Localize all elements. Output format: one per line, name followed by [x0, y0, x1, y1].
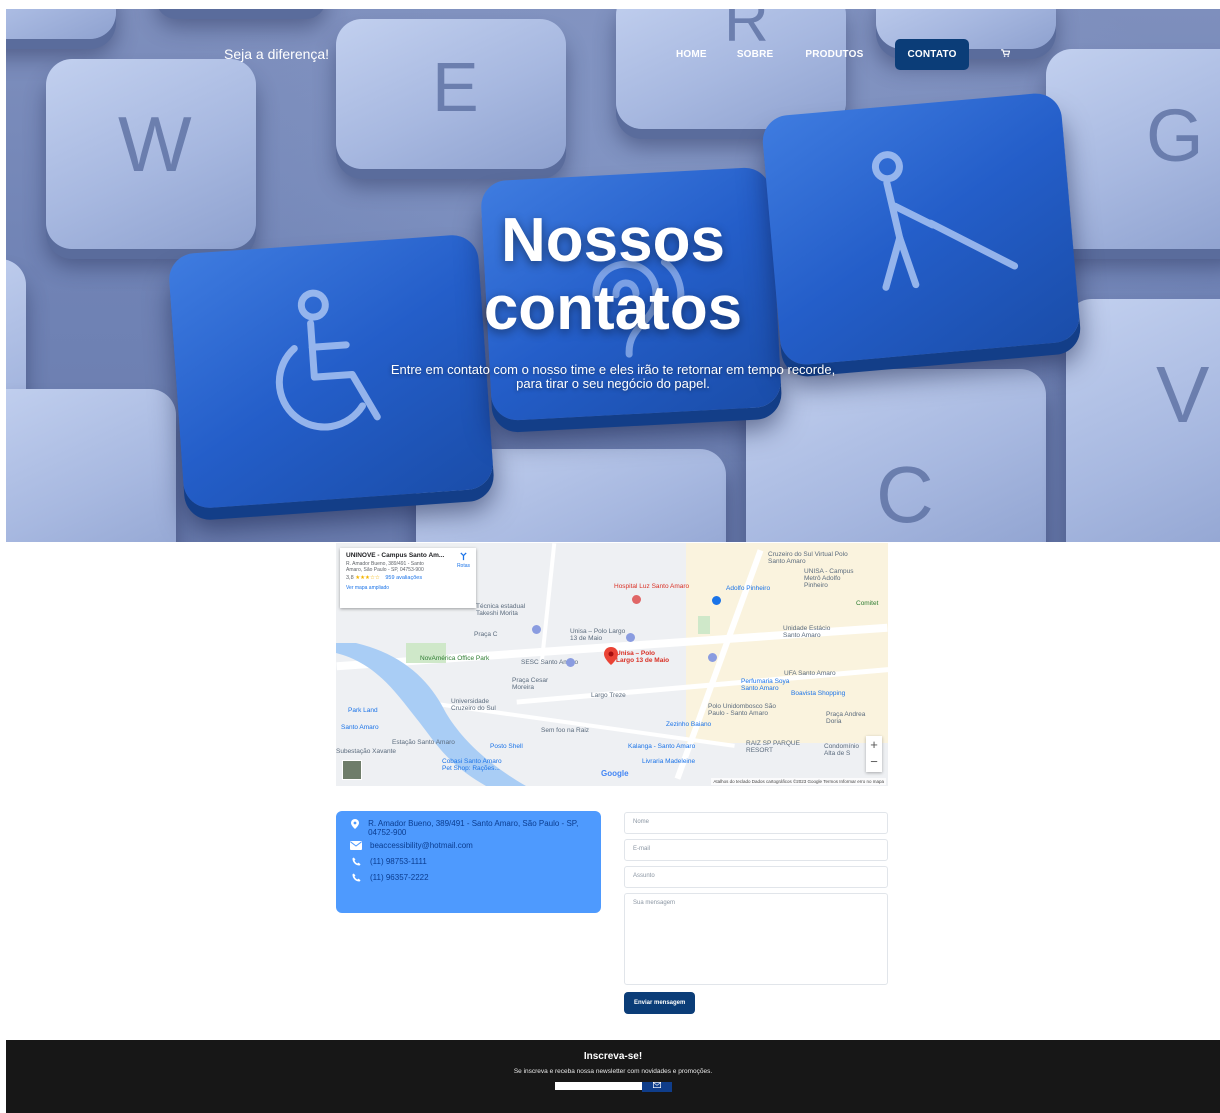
contact-phone-2[interactable]: (11) 96357-2222 [370, 873, 429, 882]
contact-phone-row: (11) 96357-2222 [348, 873, 589, 885]
top-navbar: Seja a diferença! HOME SOBRE PRODUTOS CO… [6, 9, 1220, 70]
main-menu: HOME SOBRE PRODUTOS CONTATO [670, 39, 1010, 70]
newsletter-subtitle: Se inscreva e receba nossa newsletter co… [513, 1068, 713, 1075]
keyboard-key-c: C [746, 369, 1046, 542]
map-label: Park Land [348, 707, 378, 714]
map-label: Boavista Shopping [791, 690, 846, 697]
nav-sobre[interactable]: SOBRE [737, 49, 774, 60]
rating-value: 3,8 [346, 575, 354, 581]
hero-title-line2: contatos [483, 274, 743, 343]
hero-banner: W E R G C V Seja a diferença! HOME SOBRE… [6, 9, 1220, 542]
newsletter-form [6, 1082, 1220, 1092]
map-label: Largo Treze [591, 692, 626, 699]
map-label: Subestação Xavante [336, 748, 396, 755]
map-label: Unisa – Polo Largo 13 de Maio [616, 650, 670, 664]
contact-form: Nome E-mail Assunto Sua mensagem Enviar … [624, 812, 888, 1014]
map-label: Adolfo Pinheiro [726, 585, 771, 592]
map-label: Santo Amaro [341, 724, 379, 731]
google-map[interactable]: Hospital Luz Santo Amaro Adolfo Pinheiro… [336, 543, 888, 786]
map-park [698, 616, 710, 634]
map-label: UNISA - Campus Metrô Adolfo Pinheiro [804, 568, 854, 589]
map-label: Estação Santo Amaro [392, 739, 455, 746]
map-pin[interactable] [566, 658, 575, 667]
hero-subtitle-line1: Entre em contato com o nosso time e eles… [390, 362, 836, 377]
newsletter-submit-button[interactable] [641, 1082, 672, 1092]
map-label: Sem foo na Raiz [541, 727, 590, 734]
place-address: R. Amador Bueno, 389/491 - Santo Amaro, … [346, 561, 424, 573]
map-label: Universidade Cruzeiro do Sul [451, 698, 496, 712]
larger-map-link[interactable]: Ver mapa ampliado [346, 585, 470, 591]
map-marker-icon [348, 819, 362, 832]
contact-email-row: beaccessibility@hotmail.com [348, 841, 589, 853]
contact-info-card: R. Amador Bueno, 389/491 - Santo Amaro, … [336, 811, 601, 913]
send-message-button[interactable]: Enviar mensagem [624, 992, 696, 1014]
contact-phone-1[interactable]: (11) 98753-1111 [370, 857, 427, 866]
contact-phone-row: (11) 98753-1111 [348, 857, 589, 869]
map-label: Kalanga - Santo Amaro [628, 743, 696, 750]
map-label: Polo Unidombosco São Paulo - Santo Amaro [708, 703, 776, 717]
place-name: UNINOVE - Campus Santo Am... [346, 552, 445, 559]
map-label: Zezinho Baiano [666, 721, 712, 728]
zoom-out-button[interactable]: − [866, 753, 882, 770]
map-label: Livraria Madeleine [642, 758, 696, 765]
google-logo: Google [601, 769, 629, 778]
map-pin[interactable] [632, 595, 641, 604]
map-label: NovAmérica Office Park [420, 655, 490, 662]
map-label: UFA Santo Amaro [784, 670, 836, 677]
map-pin[interactable] [532, 625, 541, 634]
map-pin[interactable] [712, 596, 721, 605]
nav-produtos[interactable]: PRODUTOS [805, 49, 863, 60]
contact-address-row: R. Amador Bueno, 389/491 - Santo Amaro, … [348, 819, 589, 837]
directions-icon [460, 552, 467, 561]
hero-title: Nossos contatos [6, 207, 1220, 343]
map-label: Cobasi Santo Amaro Pet Shop: Rações... [442, 758, 502, 772]
reviews-link[interactable]: 959 avaliações [385, 575, 422, 581]
map-label: Praça Andrea Doria [826, 711, 866, 725]
map-label: Comitet [856, 600, 879, 607]
hero-title-line1: Nossos [501, 206, 725, 275]
contact-email[interactable]: beaccessibility@hotmail.com [370, 841, 473, 850]
contact-address: R. Amador Bueno, 389/491 - Santo Amaro, … [368, 819, 579, 837]
directions-label: Rotas [456, 563, 470, 569]
map-label: Praça Cesar Moreira [512, 677, 549, 691]
map-label: Posto Shell [490, 743, 523, 750]
map-label: Condomínio Alta de S [824, 743, 860, 757]
map-layer-thumbnail[interactable] [342, 760, 362, 780]
phone-icon [348, 857, 364, 869]
map-label: Praça C [474, 631, 498, 638]
newsletter-footer: Inscreva-se! Se inscreva e receba nossa … [6, 1040, 1220, 1113]
brand-logo[interactable]: Seja a diferença! [224, 46, 329, 62]
hero-subtitle-line2: para tirar o seu negócio do papel. [516, 376, 710, 391]
newsletter-title: Inscreva-se! [583, 1051, 643, 1062]
map-label: Unidade Estácio Santo Amaro [783, 625, 831, 639]
map-pin[interactable] [626, 633, 635, 642]
map-label: Hospital Luz Santo Amaro [614, 583, 690, 590]
place-rating: 3,8 ★★★☆☆ 959 avaliações [346, 575, 470, 581]
location-pin-icon[interactable] [604, 647, 618, 665]
keyboard-key [6, 389, 176, 542]
directions-button[interactable]: Rotas [457, 552, 470, 569]
nav-home[interactable]: HOME [676, 49, 707, 60]
message-textarea[interactable]: Sua mensagem [624, 893, 888, 985]
map-label: RAIZ SP PARQUE RESORT [746, 740, 800, 754]
map-zoom-control: + − [866, 736, 882, 772]
name-input[interactable]: Nome [624, 812, 888, 834]
map-label: Técnica estadual Takeshi Morita [476, 603, 526, 617]
map-attribution[interactable]: Atalhos do teclado Dados cartográficos ©… [711, 778, 886, 785]
newsletter-email-input[interactable] [554, 1082, 642, 1090]
nav-contato[interactable]: CONTATO [895, 39, 969, 70]
envelope-icon [652, 1082, 661, 1088]
phone-icon [348, 873, 364, 885]
subject-input[interactable]: Assunto [624, 866, 888, 888]
email-input[interactable]: E-mail [624, 839, 888, 861]
cart-icon[interactable] [1000, 49, 1010, 60]
zoom-in-button[interactable]: + [866, 736, 882, 753]
rating-stars: ★★★☆☆ [355, 575, 380, 581]
map-label: Unisa – Polo Largo 13 de Maio [570, 628, 626, 642]
map-label: Cruzeiro do Sul Virtual Polo Santo Amaro [768, 551, 848, 565]
map-place-card: UNINOVE - Campus Santo Am... R. Amador B… [340, 548, 476, 608]
hero-subtitle: Entre em contato com o nosso time e eles… [6, 363, 1220, 391]
envelope-icon [348, 841, 364, 853]
map-pin[interactable] [708, 653, 717, 662]
